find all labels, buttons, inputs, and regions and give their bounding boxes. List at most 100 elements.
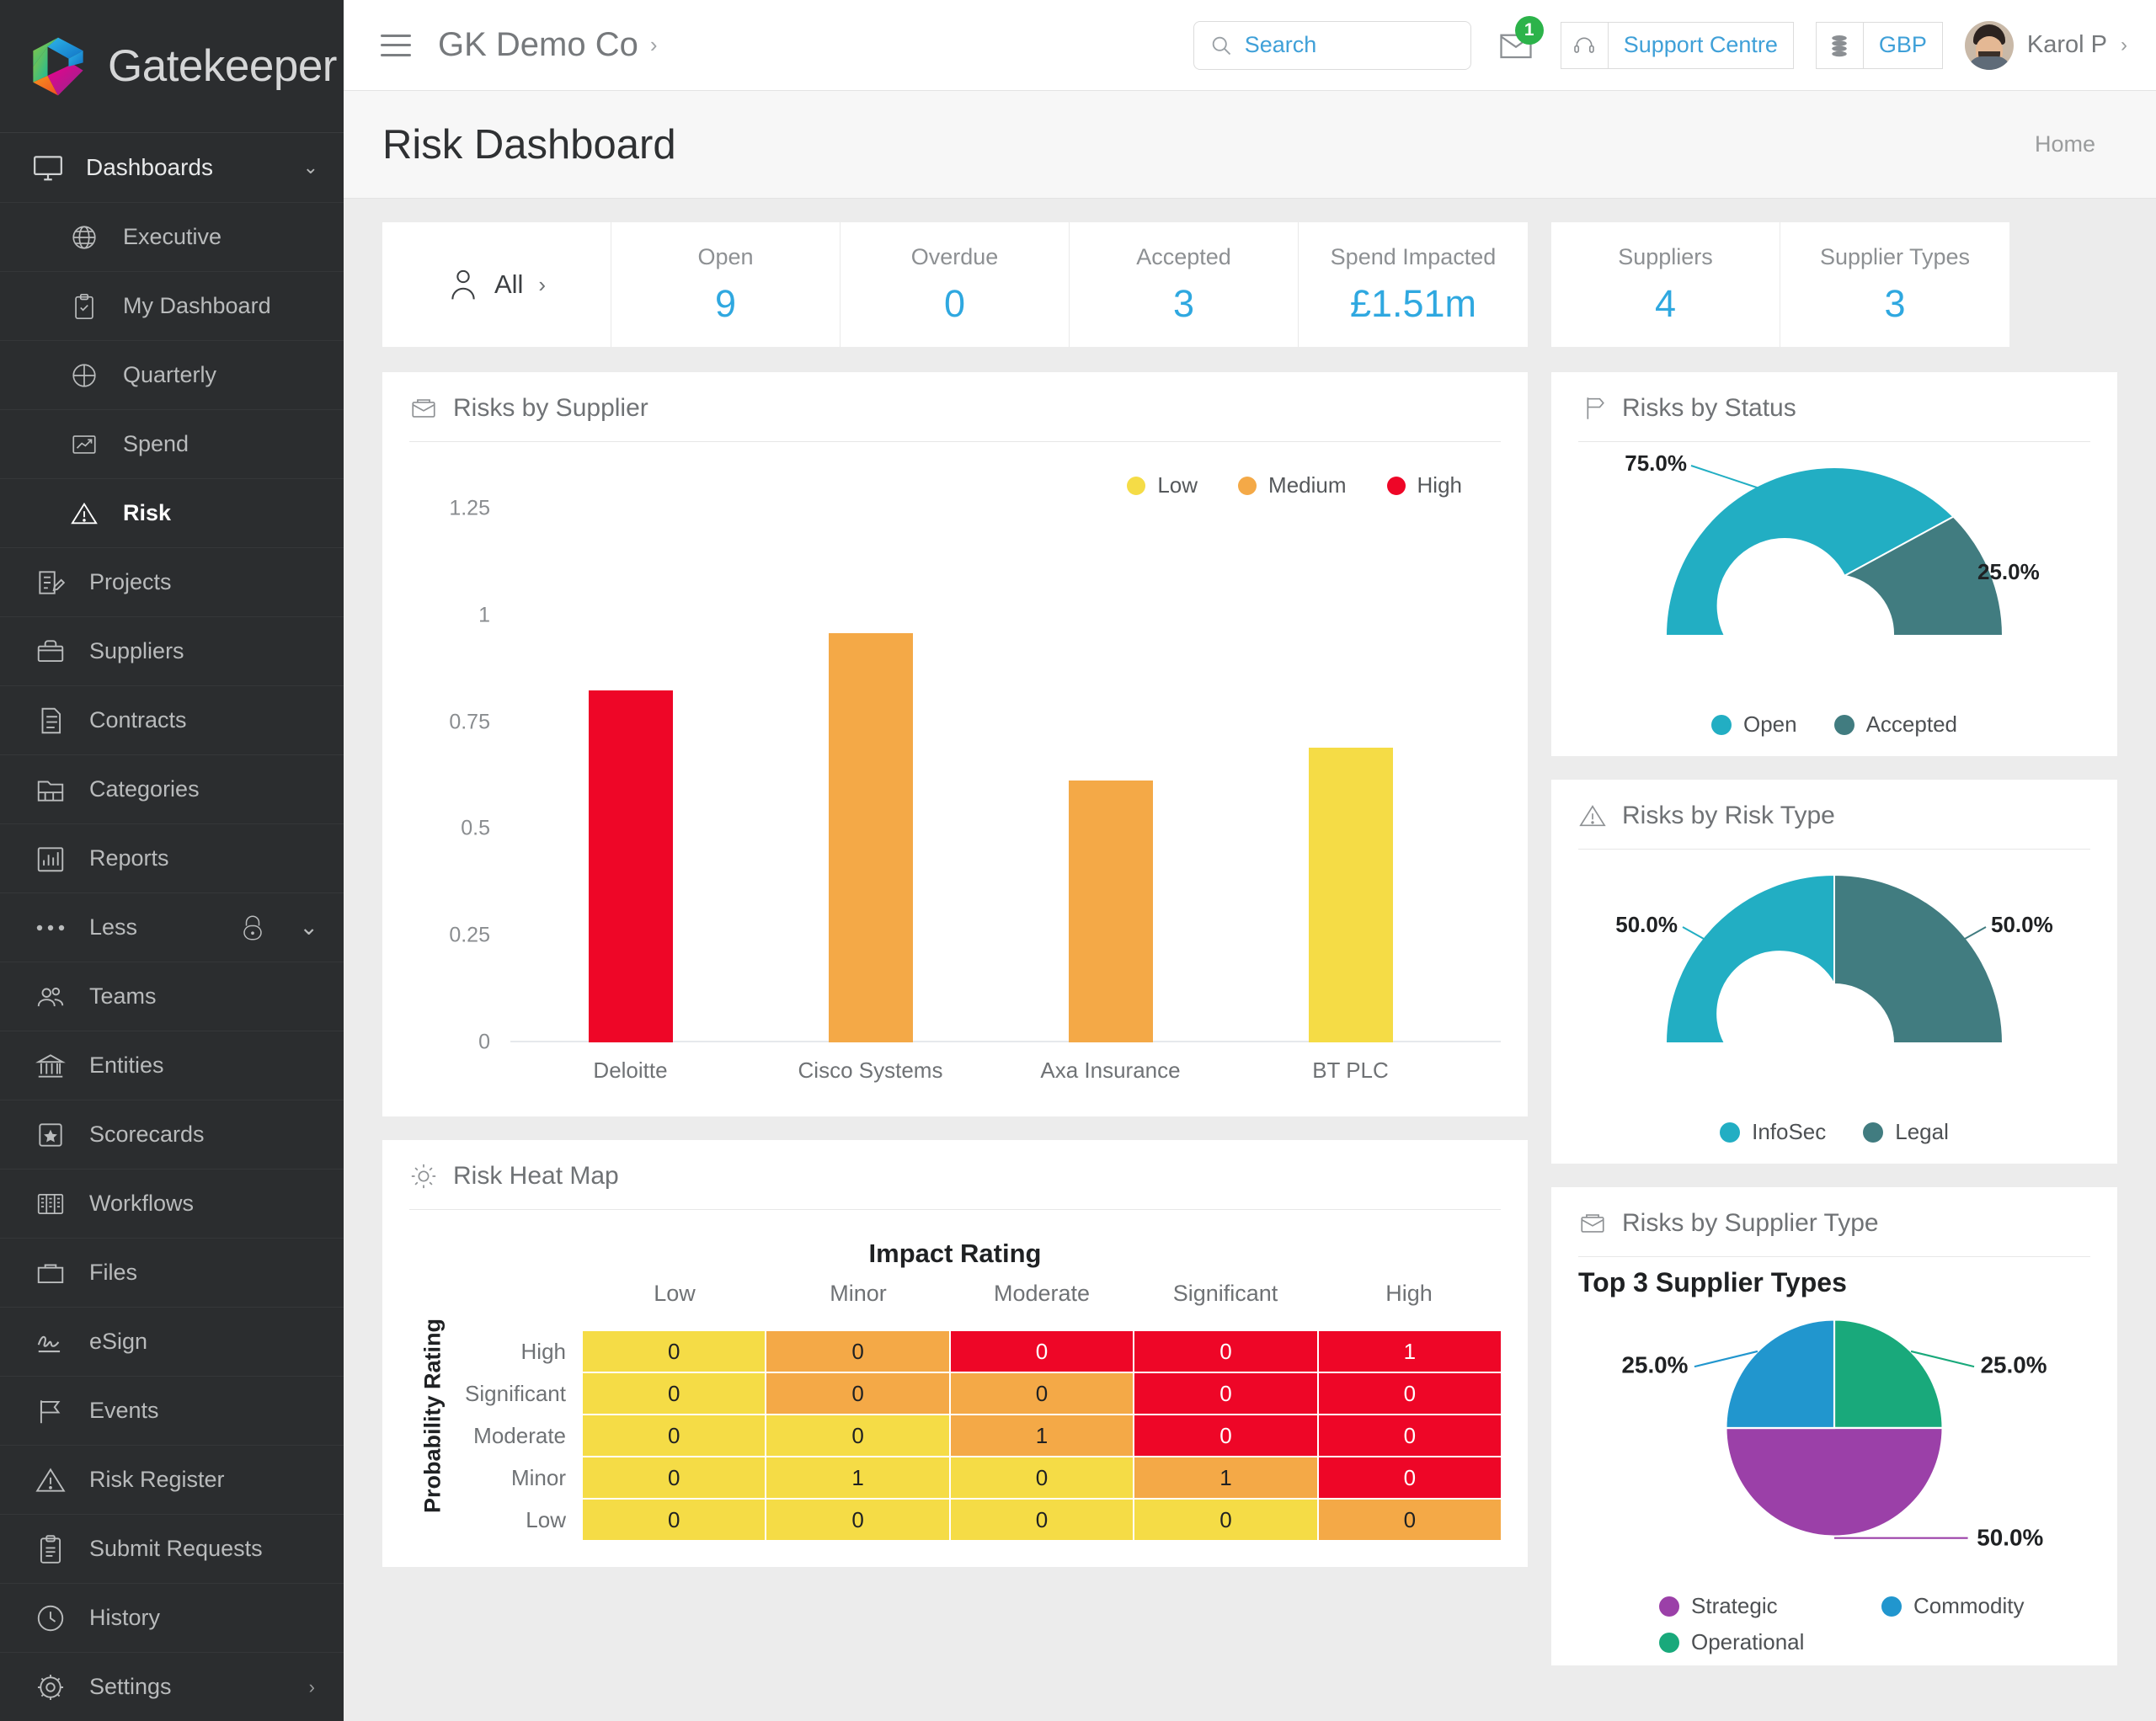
user-menu[interactable]: Karol P › [1964, 20, 2127, 70]
sidebar-item-contracts[interactable]: Contracts [0, 685, 344, 754]
bar-cell [750, 530, 990, 1042]
sidebar-item-settings[interactable]: Settings › [0, 1652, 344, 1721]
gauge-segment-legal[interactable] [1833, 873, 2004, 1044]
bar-deloitte[interactable] [588, 690, 673, 1042]
sidebar-item-workflows[interactable]: Workflows [0, 1169, 344, 1238]
heatmap-cell[interactable]: 0 [1134, 1331, 1317, 1372]
sidebar-item-teams[interactable]: Teams [0, 962, 344, 1031]
sidebar-item-entities[interactable]: Entities [0, 1031, 344, 1100]
kpi-supplier-types[interactable]: Supplier Types 3 [1780, 222, 2009, 347]
pie-slice-strategic[interactable] [1725, 1426, 1944, 1537]
sidebar-item-label: History [89, 1605, 161, 1630]
avatar [1964, 20, 2014, 70]
heatmap-cell[interactable]: 1 [950, 1415, 1134, 1456]
support-centre-button[interactable]: Support Centre [1560, 21, 1794, 69]
heatmap-cell[interactable]: 1 [1134, 1457, 1317, 1498]
sidebar-item-scorecards[interactable]: Scorecards [0, 1100, 344, 1169]
chevron-down-icon[interactable]: ⌄ [303, 157, 318, 178]
heatmap-cell[interactable]: 0 [583, 1500, 766, 1540]
brand[interactable]: Gatekeeper [0, 0, 344, 133]
kpi-filter-all[interactable]: All › [382, 222, 611, 347]
sidebar-item-risk[interactable]: Risk [0, 478, 344, 547]
sidebar-item-suppliers[interactable]: Suppliers [0, 616, 344, 685]
heatmap-cell[interactable]: 0 [583, 1373, 766, 1414]
home-link[interactable]: Home [2035, 131, 2095, 157]
sidebar-item-executive[interactable]: Executive [0, 202, 344, 271]
heatmap-cell[interactable]: 0 [950, 1331, 1134, 1372]
heatmap-cell[interactable]: 0 [1318, 1415, 1502, 1456]
sidebar-item-risk-register[interactable]: Risk Register [0, 1445, 344, 1514]
heatmap-cell[interactable]: 0 [766, 1500, 949, 1540]
sidebar-item-history[interactable]: History [0, 1583, 344, 1652]
sidebar-item-less[interactable]: Less ⌄ [0, 892, 344, 962]
legend-item-infosec[interactable]: InfoSec [1720, 1119, 1826, 1145]
heatmap-cell[interactable]: 0 [1134, 1500, 1317, 1540]
heatmap-cell[interactable]: 0 [950, 1457, 1134, 1498]
hamburger-icon[interactable] [381, 34, 411, 56]
heatmap-cell[interactable]: 0 [766, 1415, 949, 1456]
legend-item-strategic[interactable]: Strategic [1659, 1593, 1844, 1619]
bar-chart: 1.25 1 0.75 0.5 0.25 0 Deloitte Cisco Sy… [409, 497, 1501, 1098]
kpi-open[interactable]: Open 9 [611, 222, 841, 347]
heatmap-cell[interactable]: 0 [766, 1373, 949, 1414]
legend-item-accepted[interactable]: Accepted [1833, 711, 1957, 738]
search-icon [1209, 34, 1233, 57]
search-box[interactable] [1193, 20, 1471, 70]
currency-selector[interactable]: GBP [1815, 21, 1943, 69]
bar-bt-plc[interactable] [1308, 747, 1393, 1042]
breadcrumb[interactable]: GK Demo Co › [438, 26, 658, 64]
legend-item-operational[interactable]: Operational [1659, 1629, 1844, 1655]
heatmap-cell[interactable]: 0 [1318, 1373, 1502, 1414]
heatmap-cell[interactable]: 0 [583, 1457, 766, 1498]
legend-item-low[interactable]: Low [1127, 472, 1198, 498]
heatmap-cell[interactable]: 0 [1318, 1457, 1502, 1498]
sidebar-item-events[interactable]: Events [0, 1376, 344, 1445]
legend-swatch [1720, 1122, 1741, 1143]
sidebar-item-submit-requests[interactable]: Submit Requests [0, 1514, 344, 1583]
kpi-overdue[interactable]: Overdue 0 [841, 222, 1070, 347]
kpi-suppliers[interactable]: Suppliers 4 [1551, 222, 1780, 347]
sun-icon [409, 1162, 438, 1191]
sidebar-item-reports[interactable]: Reports [0, 823, 344, 892]
heatmap-cell[interactable]: 0 [766, 1331, 949, 1372]
sidebar-item-spend[interactable]: Spend [0, 409, 344, 478]
card-risks-by-supplier-type: Risks by Supplier Type Top 3 Supplier Ty… [1551, 1187, 2117, 1665]
messages-button[interactable]: 1 [1493, 15, 1544, 68]
heatmap-cell[interactable]: 0 [583, 1331, 766, 1372]
heatmap-cell[interactable]: 0 [950, 1500, 1134, 1540]
heatmap-cell[interactable]: 1 [766, 1457, 949, 1498]
chevron-down-icon[interactable]: ⌄ [299, 914, 318, 940]
kpi-spend-impacted[interactable]: Spend Impacted £1.51m [1299, 222, 1528, 347]
legend-item-open[interactable]: Open [1710, 711, 1797, 738]
sidebar-item-label: Spend [123, 431, 189, 456]
sidebar-item-label: Suppliers [89, 638, 184, 663]
heatmap-col-label: High [1385, 1281, 1433, 1306]
heatmap-cell[interactable]: 0 [1134, 1415, 1317, 1456]
heatmap-cell[interactable]: 1 [1318, 1331, 1502, 1372]
gauge-segment-infosec[interactable] [1664, 873, 1835, 1044]
chevron-right-icon[interactable]: › [309, 1676, 315, 1698]
legend-item-medium[interactable]: Medium [1238, 472, 1347, 498]
heatmap-cell[interactable]: 0 [1318, 1500, 1502, 1540]
search-input[interactable] [1244, 32, 1455, 58]
sidebar-item-files[interactable]: Files [0, 1238, 344, 1307]
bar-cisco-systems[interactable] [828, 632, 913, 1042]
pie-slice-operational[interactable] [1833, 1319, 1944, 1430]
bar-axa-insurance[interactable] [1068, 780, 1153, 1042]
legend-item-high[interactable]: High [1386, 472, 1462, 498]
legend-label: Operational [1691, 1629, 1805, 1654]
sidebar-group-dashboards[interactable]: Dashboards ⌄ [0, 133, 344, 202]
legend-item-commodity[interactable]: Commodity [1881, 1593, 2067, 1619]
sidebar-item-my-dashboard[interactable]: My Dashboard [0, 271, 344, 340]
sidebar-item-projects[interactable]: Projects [0, 547, 344, 616]
sidebar-item-esign[interactable]: eSign [0, 1307, 344, 1376]
pie-slice-commodity[interactable] [1725, 1319, 1836, 1430]
sidebar-item-categories[interactable]: Categories [0, 754, 344, 823]
kpi-accepted[interactable]: Accepted 3 [1070, 222, 1299, 347]
sidebar-item-quarterly[interactable]: Quarterly [0, 340, 344, 409]
legend-item-legal[interactable]: Legal [1863, 1119, 1949, 1145]
heatmap-cell[interactable]: 0 [1134, 1373, 1317, 1414]
currency-label: GBP [1878, 32, 1927, 57]
heatmap-cell[interactable]: 0 [583, 1415, 766, 1456]
heatmap-cell[interactable]: 0 [950, 1373, 1134, 1414]
